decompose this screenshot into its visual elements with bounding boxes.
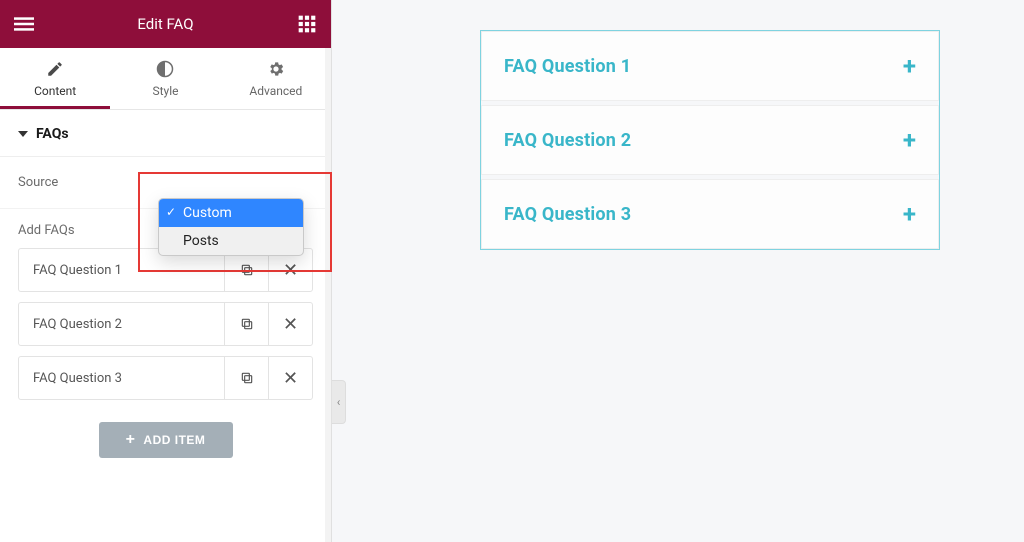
chevron-down-icon — [18, 131, 28, 137]
copy-icon — [240, 263, 254, 277]
expand-icon: + — [903, 52, 916, 80]
faq-question-header[interactable]: FAQ Question 2 + — [481, 105, 939, 175]
menu-icon[interactable] — [14, 14, 34, 34]
faq-row: FAQ Question 1 + — [481, 31, 939, 105]
add-item-button[interactable]: + ADD ITEM — [99, 422, 233, 458]
copy-icon — [240, 317, 254, 331]
tab-label: Advanced — [249, 84, 302, 98]
expand-icon: + — [903, 200, 916, 228]
plus-icon: + — [126, 432, 136, 448]
close-icon: ✕ — [283, 260, 298, 281]
dropdown-option-posts[interactable]: Posts — [159, 227, 303, 255]
faq-item-label: FAQ Question 2 — [19, 303, 224, 345]
faq-row: FAQ Question 3 + — [481, 179, 939, 249]
panel-tabs: Content Style Advanced — [0, 48, 331, 110]
faq-question-header[interactable]: FAQ Question 3 + — [481, 179, 939, 249]
panel-title: Edit FAQ — [137, 15, 193, 33]
copy-icon — [240, 371, 254, 385]
list-item[interactable]: FAQ Question 2 ✕ — [18, 302, 313, 346]
apps-icon[interactable] — [297, 14, 317, 34]
app-root: Edit FAQ Content Style Advanced FAQs — [0, 0, 1024, 542]
faq-items-list: FAQ Question 1 ✕ FAQ Question 2 ✕ FAQ Qu… — [0, 248, 331, 400]
remove-button[interactable]: ✕ — [268, 303, 312, 345]
faq-widget[interactable]: FAQ Question 1 + FAQ Question 2 + FAQ Qu… — [480, 30, 940, 250]
add-item-label: ADD ITEM — [143, 433, 205, 447]
duplicate-button[interactable] — [224, 303, 268, 345]
tab-content[interactable]: Content — [0, 48, 110, 109]
tab-advanced[interactable]: Advanced — [221, 48, 331, 109]
expand-icon: + — [903, 126, 916, 154]
tab-label: Content — [34, 84, 76, 98]
tab-style[interactable]: Style — [110, 48, 220, 109]
section-faqs[interactable]: FAQs — [0, 110, 331, 157]
panel-collapse-handle[interactable]: ‹ — [332, 380, 346, 424]
scrollbar-track[interactable] — [325, 48, 331, 542]
editor-panel: Edit FAQ Content Style Advanced FAQs — [0, 0, 332, 542]
preview-area: ‹ FAQ Question 1 + FAQ Question 2 + FAQ … — [332, 0, 1024, 542]
close-icon: ✕ — [283, 314, 298, 335]
faq-question-text: FAQ Question 2 — [504, 130, 631, 151]
faq-row: FAQ Question 2 + — [481, 105, 939, 179]
close-icon: ✕ — [283, 368, 298, 389]
gear-icon — [267, 60, 285, 78]
remove-button[interactable]: ✕ — [268, 357, 312, 399]
pencil-icon — [46, 60, 64, 78]
source-label: Source — [18, 175, 58, 190]
faq-question-text: FAQ Question 1 — [504, 56, 631, 77]
source-dropdown[interactable]: Custom Posts — [158, 198, 304, 256]
dropdown-option-custom[interactable]: Custom — [159, 199, 303, 227]
duplicate-button[interactable] — [224, 357, 268, 399]
section-label: FAQs — [36, 126, 69, 142]
tab-label: Style — [152, 84, 178, 98]
panel-header: Edit FAQ — [0, 0, 331, 48]
faq-item-label: FAQ Question 3 — [19, 357, 224, 399]
faq-question-text: FAQ Question 3 — [504, 204, 631, 225]
list-item[interactable]: FAQ Question 3 ✕ — [18, 356, 313, 400]
chevron-left-icon: ‹ — [337, 395, 341, 409]
faq-question-header[interactable]: FAQ Question 1 + — [481, 31, 939, 101]
contrast-icon — [156, 60, 174, 78]
